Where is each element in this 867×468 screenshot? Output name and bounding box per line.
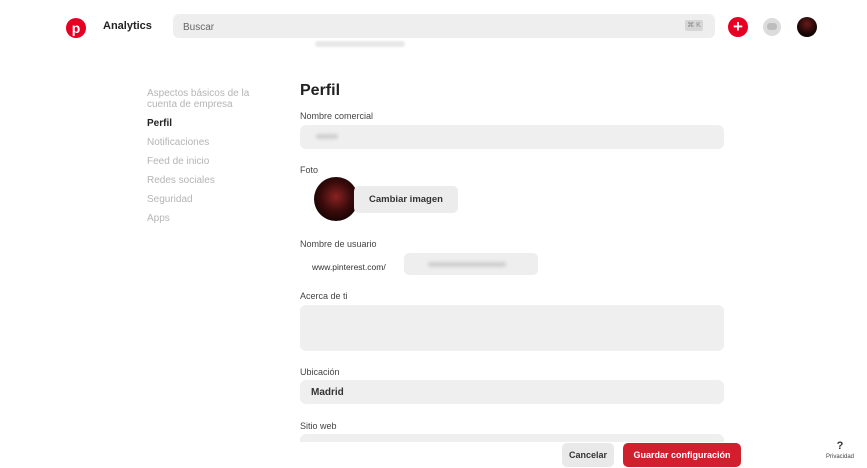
page-title: Perfil (300, 82, 341, 99)
username-field[interactable] (404, 253, 538, 275)
nav-item-business-basics[interactable]: Aspectos básicos de la cuenta de empresa (147, 88, 277, 110)
keyboard-shortcut-hint: ⌘ K (685, 20, 703, 31)
help-question-icon[interactable]: ? (820, 440, 860, 452)
nav-item-notifications[interactable]: Notificaciones (147, 137, 277, 148)
create-plus-button[interactable]: + (728, 17, 748, 37)
nav-item-home-feed[interactable]: Feed de inicio (147, 156, 277, 167)
cancel-button[interactable]: Cancelar (562, 443, 614, 467)
nav-item-security[interactable]: Seguridad (147, 194, 277, 205)
pinterest-logo-icon[interactable]: p (66, 18, 86, 38)
settings-sidebar: Aspectos básicos de la cuenta de empresa… (147, 88, 277, 232)
search-bar[interactable]: ⌘ K (173, 14, 715, 40)
nav-item-apps[interactable]: Apps (147, 213, 277, 224)
nav-item-profile[interactable]: Perfil (147, 118, 277, 129)
privacy-label: Privacidad (825, 454, 854, 460)
photo-label: Foto (300, 165, 319, 175)
change-image-button[interactable]: Cambiar imagen (354, 186, 458, 213)
about-textarea[interactable] (300, 305, 724, 351)
analytics-menu[interactable]: Analytics (103, 20, 152, 32)
save-settings-button[interactable]: Guardar configuración (623, 443, 741, 467)
about-label: Acerca de ti (300, 291, 348, 301)
location-value: Madrid (311, 387, 344, 398)
location-field[interactable]: Madrid (300, 380, 724, 404)
location-label: Ubicación (300, 367, 340, 377)
blurred-header-fragment (315, 41, 405, 47)
website-field[interactable] (300, 434, 724, 442)
business-name-label: Nombre comercial (300, 111, 374, 121)
messages-icon[interactable] (763, 18, 781, 36)
business-name-field[interactable] (300, 125, 724, 149)
url-prefix: www.pinterest.com/ (312, 262, 386, 272)
top-navigation-bar: p Analytics ⌘ K + (0, 0, 867, 54)
username-value-blurred (428, 262, 506, 267)
username-label: Nombre de usuario (300, 239, 377, 249)
website-label: Sitio web (300, 421, 337, 431)
profile-photo (314, 177, 358, 221)
privacy-help[interactable]: ? Privacidad (820, 440, 860, 460)
user-avatar[interactable] (797, 17, 817, 37)
search-input[interactable] (181, 14, 655, 40)
nav-item-social-networks[interactable]: Redes sociales (147, 175, 277, 186)
business-name-value-blurred (316, 134, 338, 139)
